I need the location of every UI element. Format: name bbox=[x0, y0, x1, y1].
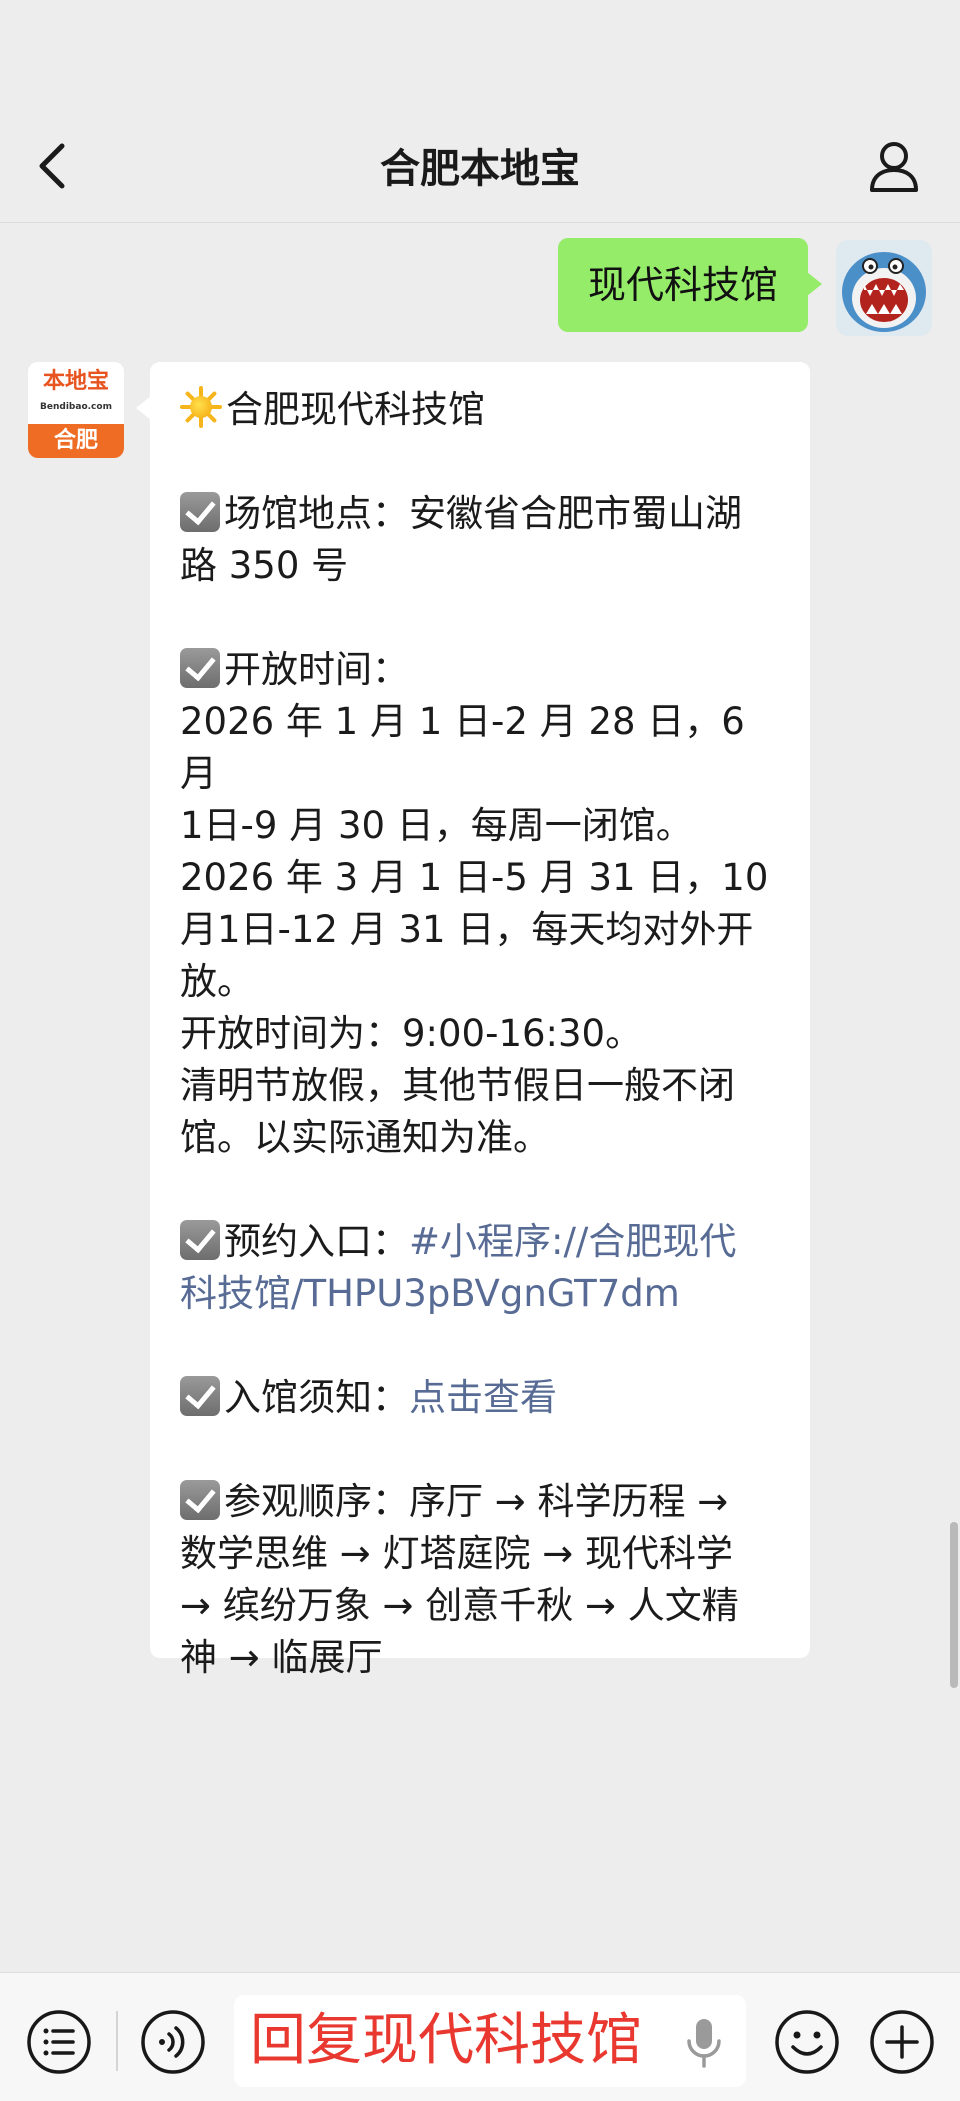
mini-program-link[interactable]: #小程序://合肥现代 bbox=[409, 1220, 736, 1263]
top-nav-bar: 合肥本地宝 bbox=[0, 0, 960, 223]
scrollbar-thumb[interactable] bbox=[950, 1522, 958, 1688]
venue-location-cont: 路 350 号 bbox=[180, 544, 349, 587]
booking-entry: 预约入口：#小程序://合肥现代 bbox=[180, 1216, 782, 1268]
hours-line: 放。 bbox=[180, 960, 254, 1003]
hours-heading: 开放时间： bbox=[180, 644, 782, 696]
hours-line: 开放时间为：9:00-16:30。 bbox=[180, 1012, 643, 1055]
brand-logo-text: 本地宝 bbox=[28, 362, 124, 424]
visit-order: 参观顺序：序厅 → 科学历程 → bbox=[180, 1476, 782, 1528]
message-title-line: 合肥现代科技馆 bbox=[180, 384, 782, 436]
hours-line: 馆。以实际通知为准。 bbox=[180, 1116, 550, 1159]
message-input-text: 回复现代科技馆 bbox=[250, 2008, 642, 2073]
microphone-icon[interactable] bbox=[684, 2017, 724, 2069]
hours-line: 2026 年 1 月 1 日-2 月 28 日，6 月 bbox=[180, 700, 745, 795]
check-icon bbox=[180, 648, 220, 688]
visit-order-line: 数学思维 → 灯塔庭院 → 现代科学 bbox=[180, 1532, 734, 1575]
venue-location: 场馆地点：安徽省合肥市蜀山湖 bbox=[180, 488, 782, 540]
emoji-icon[interactable] bbox=[774, 2009, 840, 2075]
sun-icon bbox=[180, 386, 222, 428]
incoming-message-bubble: 合肥现代科技馆 场馆地点：安徽省合肥市蜀山湖 路 350 号 开放时间： 202… bbox=[136, 362, 810, 1679]
user-avatar[interactable] bbox=[836, 240, 932, 336]
profile-icon[interactable] bbox=[864, 136, 924, 196]
visit-order-line: → 缤纷万象 → 创意千秋 → 人文精 bbox=[180, 1584, 739, 1627]
hours-line: 清明节放假，其他节假日一般不闭 bbox=[180, 1064, 735, 1107]
venue-title: 合肥现代科技馆 bbox=[226, 388, 485, 431]
outgoing-message-bubble[interactable]: 现代科技馆 bbox=[557, 238, 823, 332]
mini-program-link-cont[interactable]: 科技馆/THPU3pBVgnGT7dm bbox=[180, 1268, 782, 1320]
check-icon bbox=[180, 1220, 220, 1260]
chat-title: 合肥本地宝 bbox=[380, 146, 580, 192]
hours-line: 月1日-12 月 31 日，每天均对外开 bbox=[180, 908, 754, 951]
visit-order-line: 神 → 临展厅 bbox=[180, 1636, 383, 1679]
check-icon bbox=[180, 1376, 220, 1416]
entry-notice: 入馆须知：点击查看 bbox=[180, 1372, 782, 1424]
input-toolbar: 回复现代科技馆 bbox=[0, 1972, 960, 2101]
voice-mode-icon[interactable] bbox=[140, 2009, 206, 2075]
menu-list-icon[interactable] bbox=[26, 2009, 92, 2075]
check-icon bbox=[180, 1480, 220, 1520]
message-input[interactable]: 回复现代科技馆 bbox=[234, 1995, 746, 2087]
hours-line: 1日-9 月 30 日，每周一闭馆。 bbox=[180, 804, 693, 847]
check-icon bbox=[180, 492, 220, 532]
cartoon-avatar-icon bbox=[836, 240, 932, 336]
bot-avatar[interactable]: 本地宝 Bendibao.com 合肥 bbox=[28, 362, 124, 458]
brand-city-label: 合肥 bbox=[28, 424, 124, 458]
toolbar-divider bbox=[116, 2011, 118, 2071]
brand-domain-text: Bendibao.com bbox=[40, 402, 112, 412]
view-notice-link[interactable]: 点击查看 bbox=[409, 1376, 557, 1419]
plus-icon[interactable] bbox=[869, 2009, 935, 2075]
hours-line: 2026 年 3 月 1 日-5 月 31 日，10 bbox=[180, 856, 769, 899]
